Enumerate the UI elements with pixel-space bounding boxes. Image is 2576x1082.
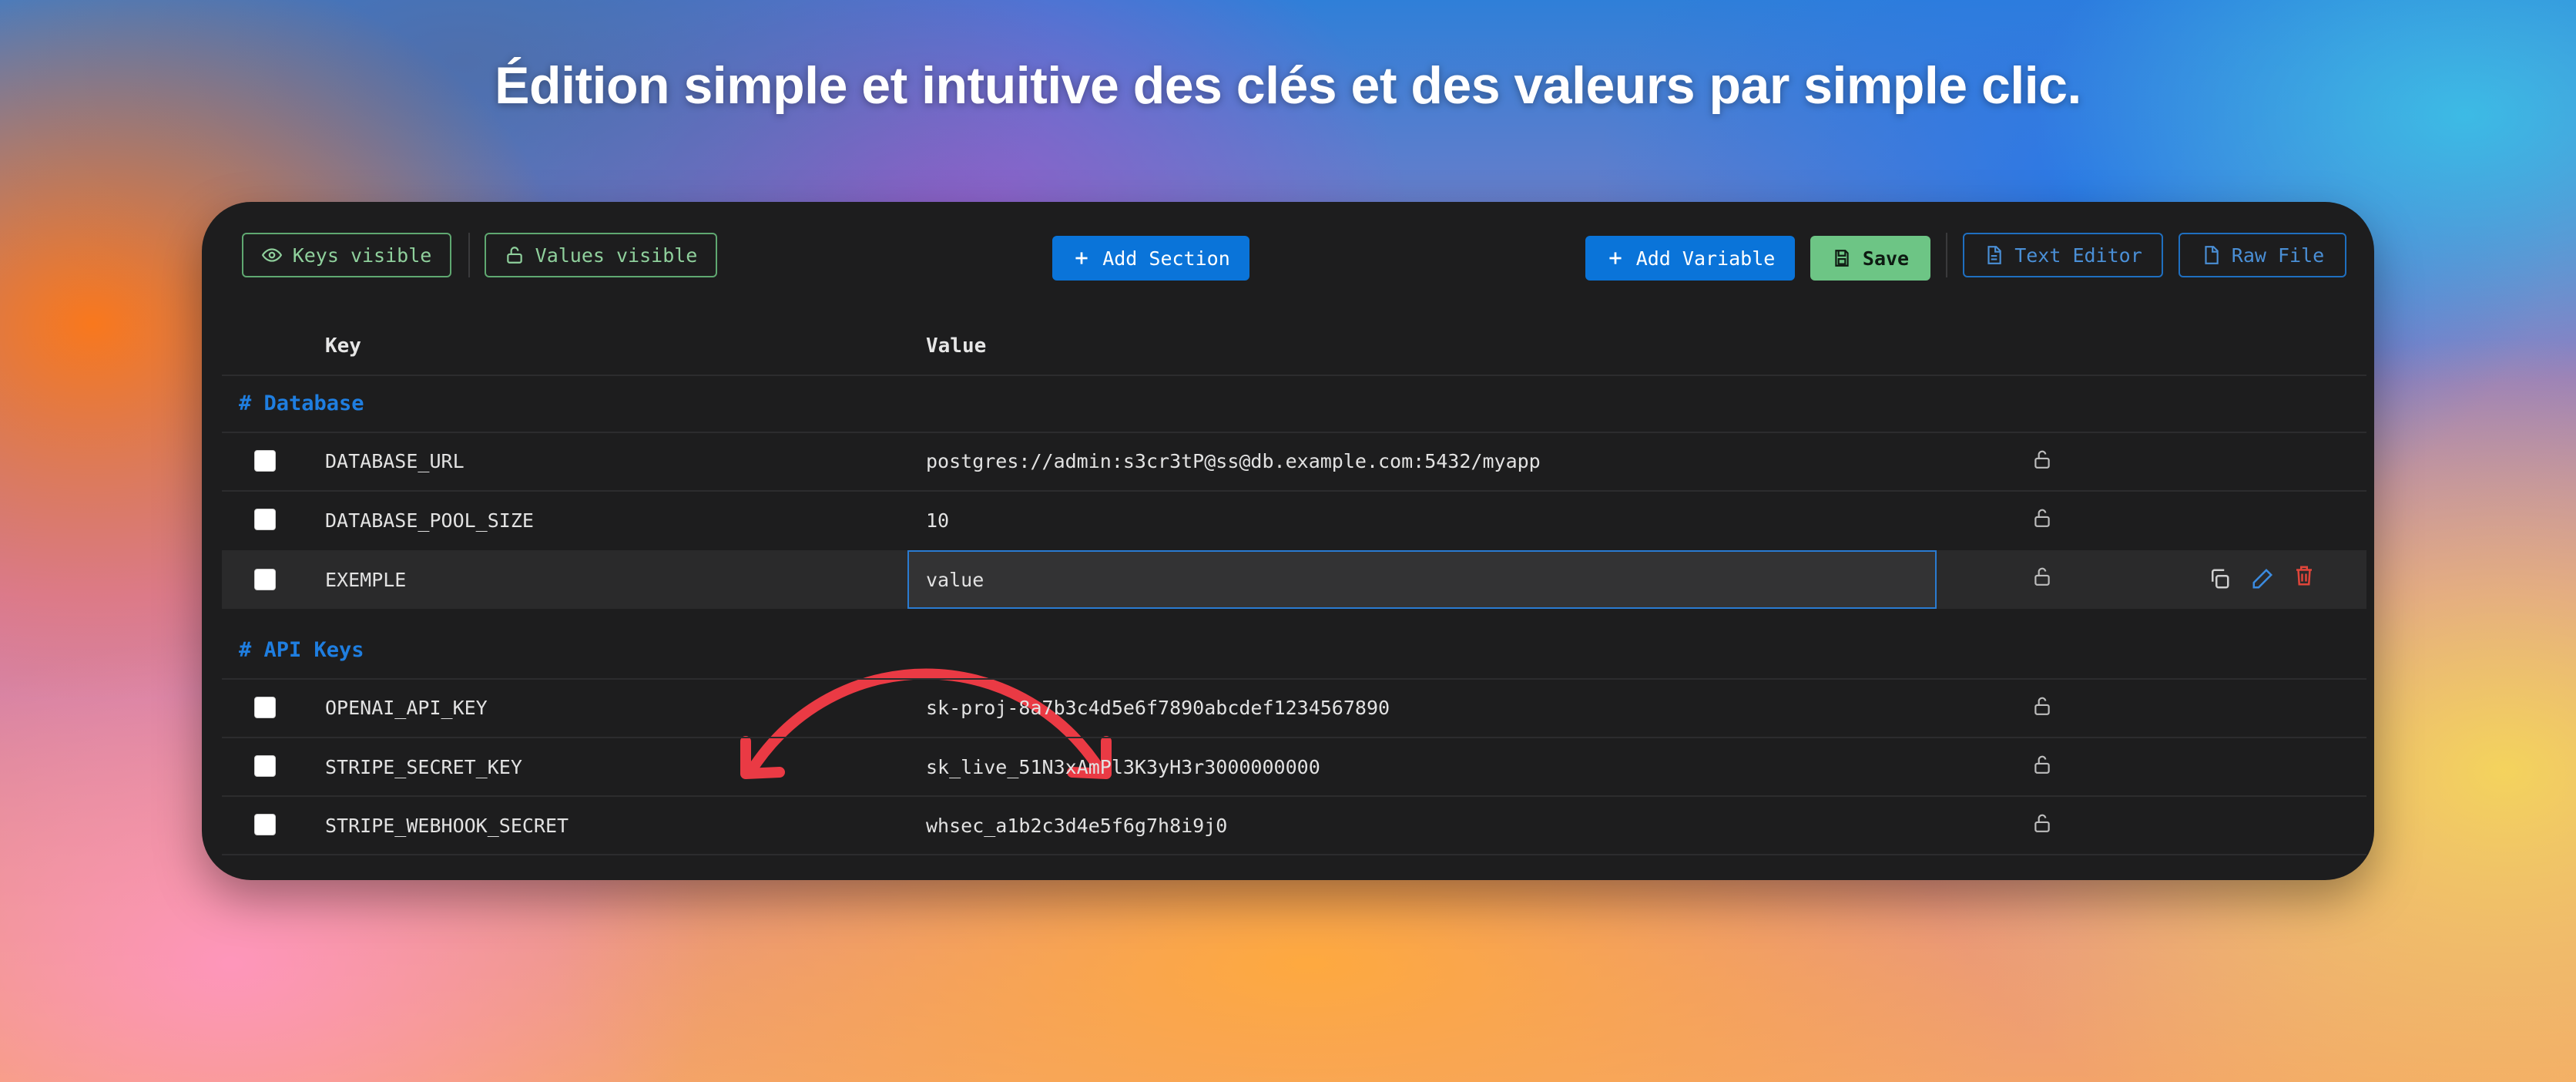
variable-key[interactable]: DATABASE_URL <box>325 450 465 472</box>
text-editor-button[interactable]: Text Editor <box>1963 233 2163 277</box>
keys-visible-toggle[interactable]: Keys visible <box>242 233 451 277</box>
row-checkbox[interactable] <box>254 814 276 835</box>
env-editor-window: Keys visible Values visible Add Section … <box>202 202 2374 880</box>
column-header-key: Key <box>325 334 361 358</box>
file-icon <box>2205 246 2219 264</box>
variable-key[interactable]: EXEMPLE <box>325 569 406 591</box>
lock-open-icon[interactable] <box>2032 754 2052 775</box>
row-checkbox[interactable] <box>254 569 276 590</box>
variable-value[interactable]: postgres://admin:s3cr3tP@ss@db.example.c… <box>926 450 1541 472</box>
text-editor-label: Text Editor <box>2014 244 2142 267</box>
divider <box>222 375 2366 376</box>
variable-key[interactable]: DATABASE_POOL_SIZE <box>325 509 534 532</box>
save-button[interactable]: Save <box>1810 236 1930 281</box>
variable-key[interactable]: OPENAI_API_KEY <box>325 697 488 719</box>
lock-open-icon[interactable] <box>2032 449 2052 470</box>
lock-open-icon[interactable] <box>2032 812 2052 834</box>
row-checkbox[interactable] <box>254 450 276 472</box>
variable-key[interactable]: STRIPE_SECRET_KEY <box>325 756 522 778</box>
copy-icon[interactable] <box>2208 567 2231 590</box>
toolbar-divider <box>468 233 470 277</box>
divider <box>222 737 2366 738</box>
eye-icon <box>261 248 282 262</box>
plus-icon <box>1609 252 1622 264</box>
row-checkbox[interactable] <box>254 509 276 530</box>
save-label: Save <box>1862 247 1910 270</box>
add-variable-button[interactable]: Add Variable <box>1585 236 1795 281</box>
values-visible-toggle[interactable]: Values visible <box>485 233 717 277</box>
add-variable-label: Add Variable <box>1635 247 1776 270</box>
raw-file-label: Raw File <box>2231 244 2325 267</box>
row-checkbox[interactable] <box>254 697 276 718</box>
add-section-button[interactable]: Add Section <box>1052 236 1249 281</box>
variable-value[interactable]: sk_live_51N3xAmPl3K3yH3r3000000000 <box>926 756 1320 778</box>
lock-open-icon[interactable] <box>2032 695 2052 717</box>
variable-value[interactable]: 10 <box>926 509 949 532</box>
keys-visible-label: Keys visible <box>292 244 432 267</box>
divider <box>222 490 2366 492</box>
divider <box>222 854 2366 855</box>
save-icon <box>1835 250 1849 267</box>
unlock-icon <box>506 247 522 264</box>
divider <box>222 795 2366 797</box>
value-edit-text: value <box>926 569 984 591</box>
plus-icon <box>1075 252 1088 264</box>
lock-open-icon[interactable] <box>2032 507 2052 529</box>
file-text-icon <box>1987 246 2001 264</box>
section-title-database[interactable]: # Database <box>239 391 364 415</box>
column-header-value: Value <box>926 334 987 358</box>
section-title-api-keys[interactable]: # API Keys <box>239 638 364 662</box>
values-visible-label: Values visible <box>535 244 698 267</box>
row-checkbox[interactable] <box>254 755 276 777</box>
raw-file-button[interactable]: Raw File <box>2179 233 2346 277</box>
lock-open-icon[interactable] <box>2032 566 2052 587</box>
variable-value[interactable]: sk-proj-8a7b3c4d5e6f7890abcdef1234567890 <box>926 697 1390 719</box>
divider <box>222 678 2366 680</box>
divider <box>222 432 2366 433</box>
headline: Édition simple et intuitive des clés et … <box>495 56 2081 115</box>
trash-icon[interactable] <box>2293 564 2316 587</box>
variable-key[interactable]: STRIPE_WEBHOOK_SECRET <box>325 815 569 837</box>
variable-value[interactable]: whsec_a1b2c3d4e5f6g7h8i9j0 <box>926 815 1227 837</box>
toolbar-divider <box>1946 233 1947 277</box>
value-edit-input[interactable]: value <box>907 550 1937 609</box>
add-section-label: Add Section <box>1102 247 1230 270</box>
pencil-icon[interactable] <box>2251 567 2274 590</box>
